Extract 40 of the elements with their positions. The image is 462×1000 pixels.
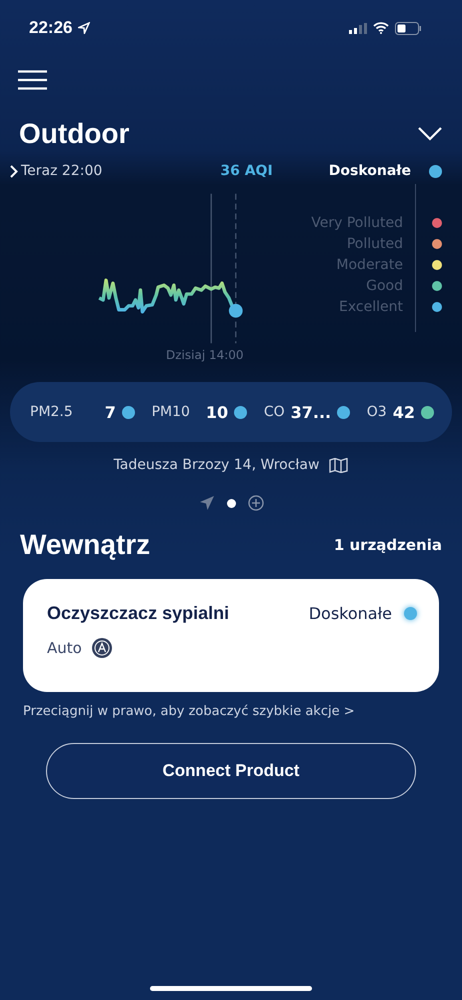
pollutant-value: 37... — [290, 402, 332, 422]
aqi-value: 36 AQI — [220, 163, 273, 179]
device-rating: Doskonałe — [308, 604, 392, 623]
chevron-right-icon[interactable] — [10, 164, 18, 178]
wifi-icon — [373, 22, 389, 34]
battery-icon — [395, 22, 422, 34]
device-card[interactable]: Oczyszczacz sypialni Doskonałe Auto — [23, 579, 439, 692]
page-dot[interactable] — [226, 498, 236, 508]
menu-icon[interactable] — [18, 70, 47, 90]
pollutant-value: 7 — [104, 402, 116, 422]
signal-icon — [349, 22, 367, 34]
current-time-label: Teraz 22:00 — [21, 163, 102, 179]
legend-label: Excellent — [339, 300, 403, 314]
connect-product-button[interactable]: Connect Product — [46, 743, 416, 799]
air-quality-rating: Doskonałe — [328, 163, 411, 179]
map-icon[interactable] — [329, 458, 348, 472]
pollutant-value: 10 — [206, 402, 228, 422]
location-arrow-icon — [78, 22, 90, 34]
legend-label: Moderate — [336, 258, 403, 272]
device-count: 1 urządzenia — [334, 536, 442, 554]
pollutant-name: PM2.5 — [30, 404, 73, 420]
chart-time-label: Dzisiaj 14:00 — [166, 348, 244, 362]
pollutant-name: CO — [264, 404, 285, 420]
pollutant-value: 42 — [392, 402, 415, 422]
device-name: Oczyszczacz sypialni — [47, 603, 230, 624]
device-mode: Auto — [47, 639, 82, 657]
pollutant-name: O3 — [366, 404, 387, 420]
legend-label: Good — [366, 279, 403, 293]
status-time: 22:26 — [29, 18, 72, 38]
add-location-icon[interactable] — [248, 495, 264, 511]
legend-label: Polluted — [346, 237, 403, 251]
legend-label: Very Polluted — [311, 216, 403, 230]
auto-mode-icon — [92, 638, 112, 658]
chevron-down-icon[interactable] — [418, 127, 442, 141]
pollutant-name: PM10 — [152, 404, 190, 420]
swipe-hint: Przeciągnij w prawo, aby zobaczyć szybkie akcje > — [22, 703, 356, 719]
location-arrow-icon[interactable] — [198, 495, 214, 511]
section-title: Wewnątrz — [20, 529, 150, 561]
location-address: Tadeusza Brzozy 14, Wrocław — [114, 457, 320, 473]
section-title: Outdoor — [19, 118, 130, 150]
